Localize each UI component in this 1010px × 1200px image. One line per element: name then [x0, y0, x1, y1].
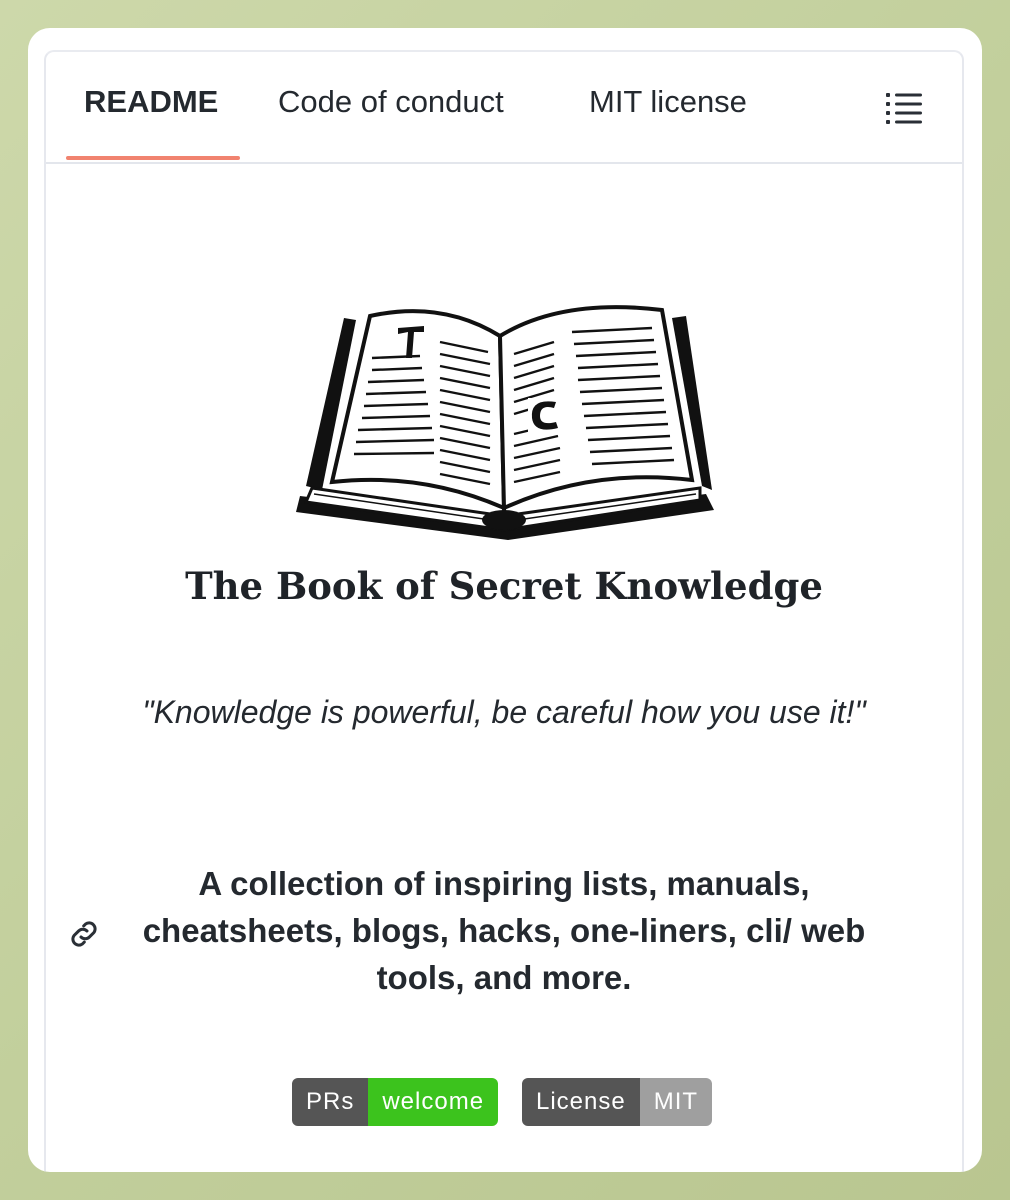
badge-message: welcome: [368, 1078, 499, 1126]
active-tab-indicator: [66, 156, 240, 160]
table-of-contents-button[interactable]: [884, 88, 924, 128]
readme-title: The Book of Secret Knowledge: [185, 564, 823, 608]
readme-panel: README Code of conduct MIT license The B…: [44, 50, 964, 1172]
link-icon: [71, 921, 97, 947]
readme-description: A collection of inspiring lists, manuals…: [142, 865, 866, 996]
badge-label: License: [522, 1078, 640, 1126]
readme-quote: "Knowledge is powerful, be careful how y…: [142, 694, 866, 730]
tab-code-of-conduct[interactable]: Code of conduct: [278, 84, 504, 120]
heading-anchor-link[interactable]: [66, 916, 102, 952]
badge-message: MIT: [639, 1078, 713, 1126]
list-icon: [886, 93, 922, 124]
open-book-illustration: [296, 305, 714, 540]
prs-welcome-badge[interactable]: PRs welcome: [292, 1078, 499, 1126]
tab-bar: README Code of conduct MIT license: [46, 52, 962, 164]
readme-card: README Code of conduct MIT license The B…: [28, 28, 982, 1172]
tab-readme[interactable]: README: [84, 84, 218, 120]
badge-label: PRs: [292, 1078, 369, 1126]
license-mit-badge[interactable]: License MIT: [522, 1078, 713, 1126]
tab-mit-license[interactable]: MIT license: [589, 84, 747, 120]
